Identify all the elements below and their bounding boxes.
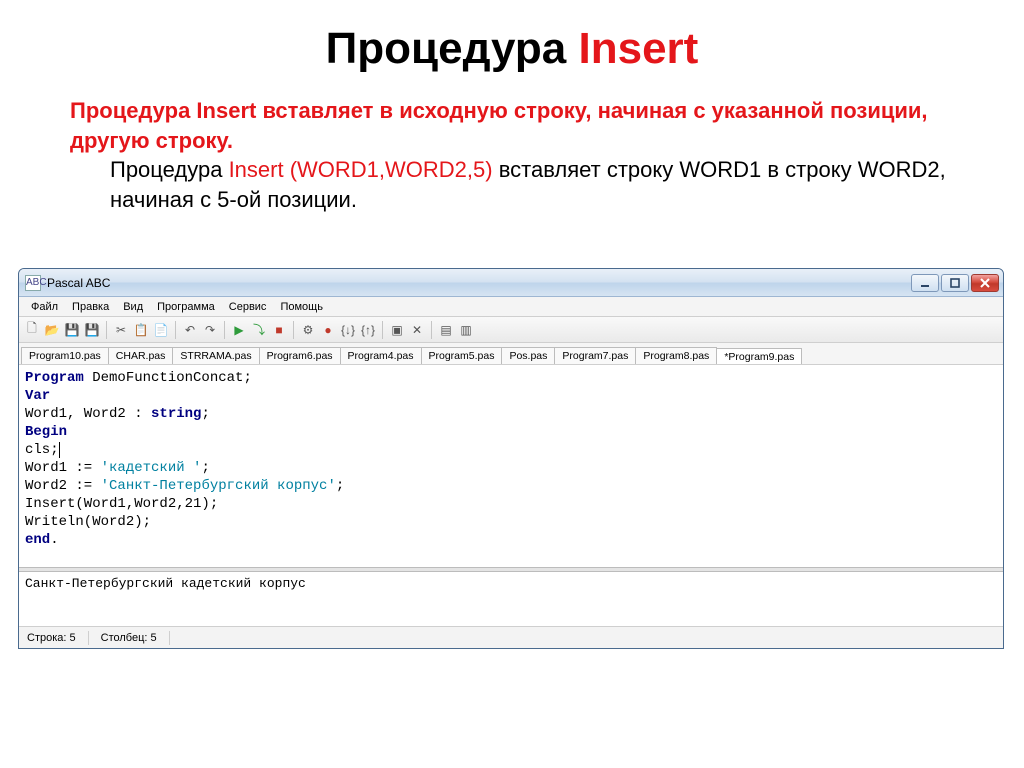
undo-icon[interactable]: ↶ <box>181 321 199 339</box>
p2a: Процедура <box>110 157 229 182</box>
status-sep <box>88 631 89 645</box>
code-line: Word1, Word2 : string; <box>25 405 997 423</box>
status-col: Столбец: 5 <box>101 632 157 644</box>
maximize-button[interactable] <box>941 274 969 292</box>
slide-title: Процедура Insert <box>0 24 1024 74</box>
code-line: Word1 := 'кадетский '; <box>25 459 997 477</box>
new-file-icon[interactable]: 🗋 <box>23 321 41 339</box>
menu-file[interactable]: Файл <box>25 299 64 315</box>
close-button[interactable] <box>971 274 999 292</box>
code-line: Program DemoFunctionConcat; <box>25 369 997 387</box>
copy-icon[interactable]: 📋 <box>132 321 150 339</box>
step-over-icon[interactable]: ⤵ <box>250 321 268 339</box>
window-title: Pascal ABC <box>47 276 110 290</box>
compile-icon[interactable]: ⚙ <box>299 321 317 339</box>
output-panel[interactable]: Санкт-Петербургский кадетский корпус <box>19 572 1003 626</box>
toolbar-sep6 <box>431 321 432 339</box>
save-all-icon[interactable]: 💾 <box>83 321 101 339</box>
tab-program7[interactable]: Program7.pas <box>554 347 636 364</box>
menubar: Файл Правка Вид Программа Сервис Помощь <box>19 297 1003 317</box>
p2: Процедура Insert (WORD1,WORD2,5) вставля… <box>70 155 980 214</box>
toolbar-sep5 <box>382 321 383 339</box>
code-line: Insert(Word1,Word2,21); <box>25 495 997 513</box>
app-window: ABC Pascal ABC Файл Правка Вид Программа… <box>18 268 1004 649</box>
slide-body: Процедура Insert вставляет в исходную ст… <box>0 96 1024 227</box>
code-line: Var <box>25 387 997 405</box>
p2b: Insert (WORD1,WORD2,5) <box>229 157 493 182</box>
run-icon[interactable]: ▶ <box>230 321 248 339</box>
code-line: Begin <box>25 423 997 441</box>
code-line: Writeln(Word2); <box>25 513 997 531</box>
app-icon: ABC <box>25 275 41 291</box>
toolbar-sep <box>106 321 107 339</box>
cut-icon[interactable]: ✂ <box>112 321 130 339</box>
toolbar-sep2 <box>175 321 176 339</box>
tab-program10[interactable]: Program10.pas <box>21 347 109 364</box>
menu-program[interactable]: Программа <box>151 299 221 315</box>
tabbar: Program10.pas CHAR.pas STRRAMA.pas Progr… <box>19 343 1003 365</box>
menu-edit[interactable]: Правка <box>66 299 115 315</box>
menu-tools[interactable]: Сервис <box>223 299 273 315</box>
p1b: Insert <box>196 98 256 123</box>
panel2-icon[interactable]: ▥ <box>457 321 475 339</box>
toolbar-sep3 <box>224 321 225 339</box>
step-out-icon[interactable]: {↑} <box>359 321 377 339</box>
paste-icon[interactable]: 📄 <box>152 321 170 339</box>
tab-program6[interactable]: Program6.pas <box>259 347 341 364</box>
toolbar-sep4 <box>293 321 294 339</box>
output-panel-icon[interactable]: ▤ <box>437 321 455 339</box>
output-line: Санкт-Петербургский кадетский корпус <box>25 576 997 591</box>
stop-icon[interactable]: ■ <box>270 321 288 339</box>
titlebar[interactable]: ABC Pascal ABC <box>19 269 1003 297</box>
save-icon[interactable]: 💾 <box>63 321 81 339</box>
title-word2: Insert <box>579 24 699 73</box>
code-line: Word2 := 'Санкт-Петербургский корпус'; <box>25 477 997 495</box>
menu-view[interactable]: Вид <box>117 299 149 315</box>
code-line: cls; <box>25 441 997 459</box>
step-into-icon[interactable]: {↓} <box>339 321 357 339</box>
watch-icon[interactable]: ▣ <box>388 321 406 339</box>
toolbar: 🗋 📂 💾 💾 ✂ 📋 📄 ↶ ↷ ▶ ⤵ ■ ⚙ ● {↓} {↑} ▣ ✕ … <box>19 317 1003 343</box>
caret <box>59 442 60 458</box>
code-editor[interactable]: Program DemoFunctionConcat; Var Word1, W… <box>19 365 1003 567</box>
code-line: end. <box>25 531 997 549</box>
minimize-button[interactable] <box>911 274 939 292</box>
tab-program5[interactable]: Program5.pas <box>421 347 503 364</box>
tab-strrama[interactable]: STRRAMA.pas <box>172 347 259 364</box>
tab-char[interactable]: CHAR.pas <box>108 347 174 364</box>
breakpoint-icon[interactable]: ● <box>319 321 337 339</box>
p1a: Процедура <box>70 98 196 123</box>
window-controls <box>911 274 999 292</box>
console-clear-icon[interactable]: ✕ <box>408 321 426 339</box>
tab-program9[interactable]: *Program9.pas <box>716 348 802 365</box>
title-word1: Процедура <box>326 24 579 73</box>
redo-icon[interactable]: ↷ <box>201 321 219 339</box>
tab-program8[interactable]: Program8.pas <box>635 347 717 364</box>
status-sep2 <box>169 631 170 645</box>
menu-help[interactable]: Помощь <box>274 299 329 315</box>
open-file-icon[interactable]: 📂 <box>43 321 61 339</box>
tab-program4[interactable]: Program4.pas <box>340 347 422 364</box>
tab-pos[interactable]: Pos.pas <box>501 347 555 364</box>
statusbar: Строка: 5 Столбец: 5 <box>19 626 1003 648</box>
status-line: Строка: 5 <box>27 632 76 644</box>
